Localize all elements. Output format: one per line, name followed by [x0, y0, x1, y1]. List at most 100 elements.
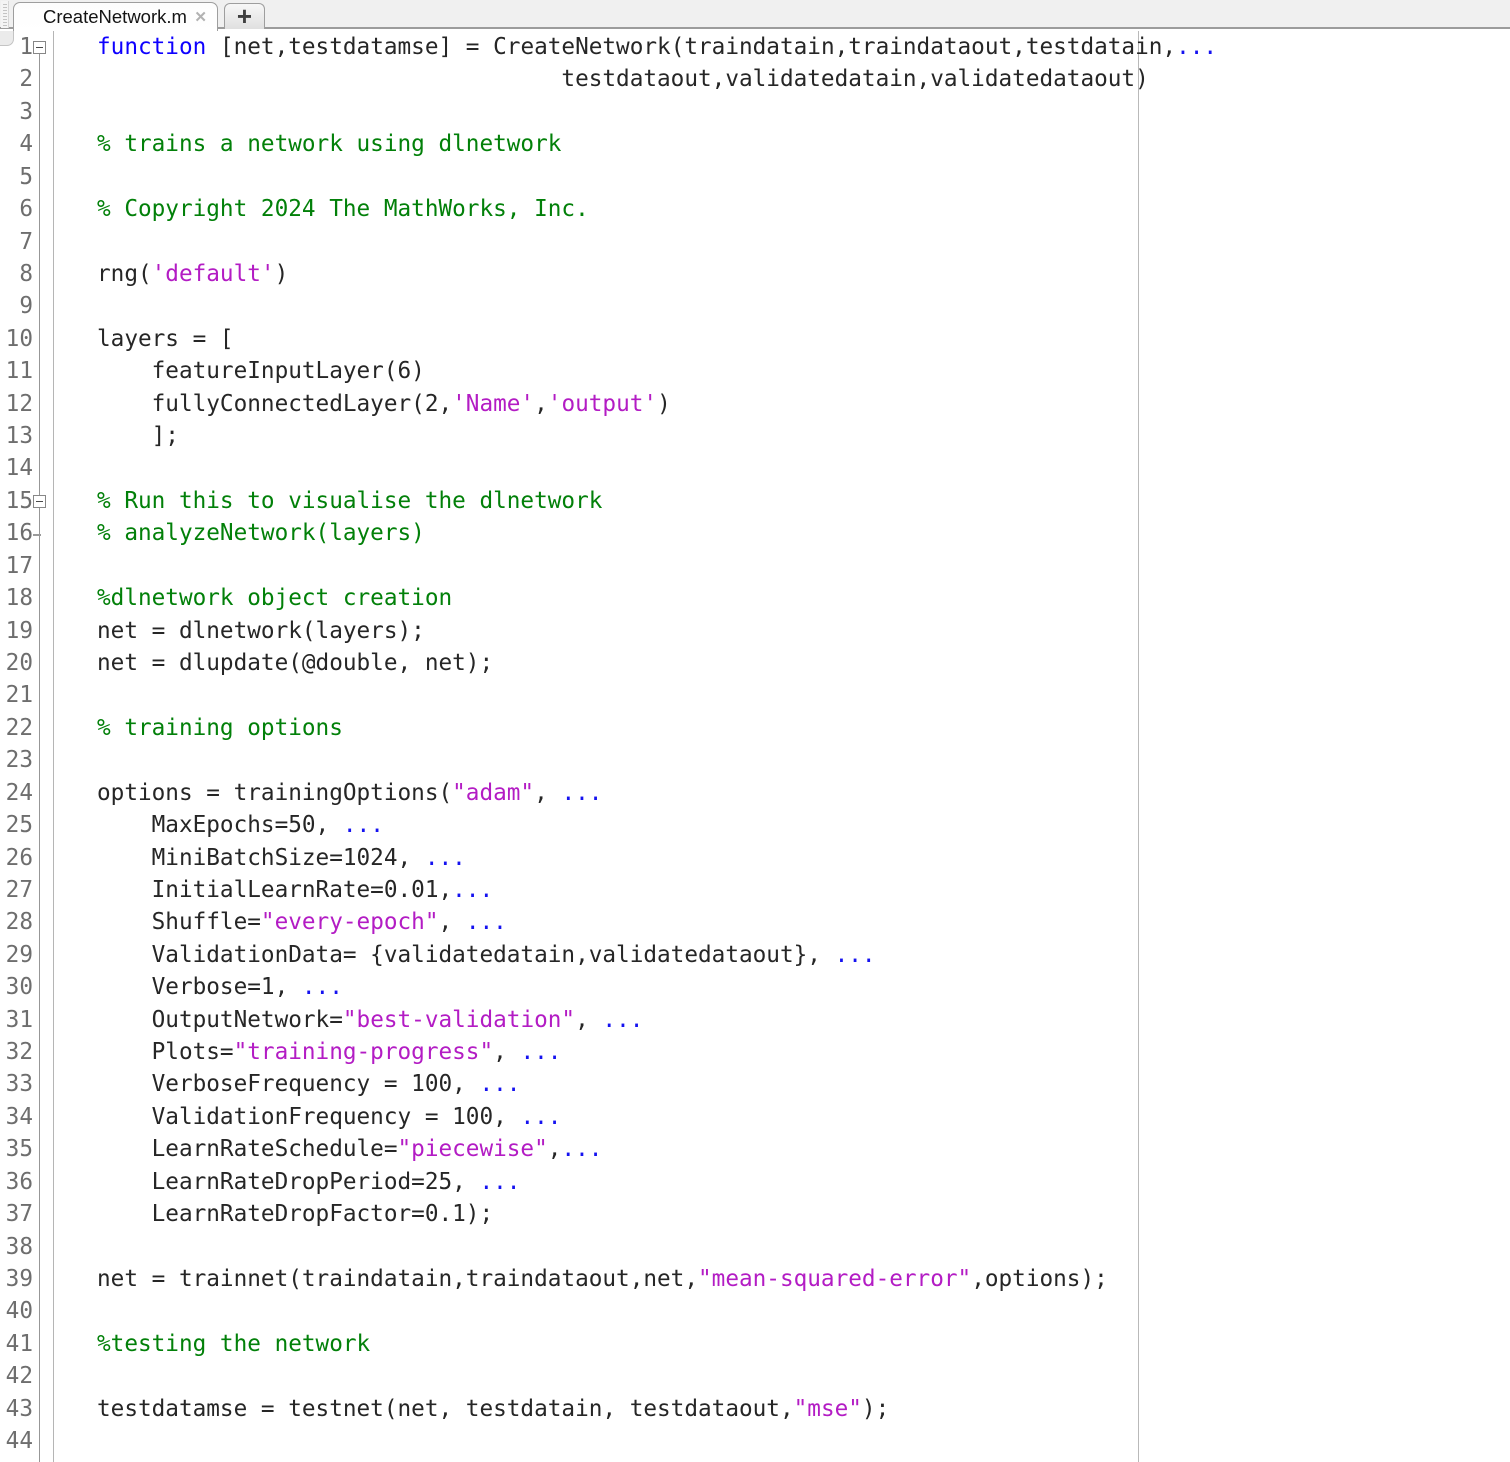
code-line[interactable] — [55, 161, 1510, 193]
code-line[interactable]: ValidationFrequency = 100, ... — [55, 1101, 1510, 1133]
fold-toggle-icon[interactable] — [33, 495, 46, 508]
window-grip[interactable] — [1, 1, 9, 28]
line-number: 16 — [0, 517, 33, 549]
code-line[interactable]: LearnRateSchedule="piecewise",... — [55, 1133, 1510, 1165]
code-segment: ValidationFrequency = 100, — [97, 1104, 520, 1130]
code-line[interactable]: LearnRateDropFactor=0.1); — [55, 1198, 1510, 1230]
code-line[interactable]: MaxEpochs=50, ... — [55, 809, 1510, 841]
code-line[interactable] — [55, 1360, 1510, 1392]
line-number: 23 — [0, 744, 33, 776]
code-segment: %dlnetwork object creation — [97, 585, 452, 611]
code-segment: ... — [479, 1169, 520, 1195]
code-segment: % Run this to visualise the dlnetwork — [97, 488, 602, 514]
line-number: 33 — [0, 1068, 33, 1100]
code-segment: , — [548, 1136, 562, 1162]
code-line[interactable]: net = trainnet(traindatain,traindataout,… — [55, 1263, 1510, 1295]
code-line[interactable]: LearnRateDropPeriod=25, ... — [55, 1166, 1510, 1198]
code-line[interactable]: options = trainingOptions("adam", ... — [55, 777, 1510, 809]
code-segment: ... — [561, 1136, 602, 1162]
line-number: 31 — [0, 1004, 33, 1036]
code-line[interactable]: VerboseFrequency = 100, ... — [55, 1068, 1510, 1100]
line-number: 28 — [0, 906, 33, 938]
close-tab-icon[interactable]: ✕ — [194, 10, 207, 25]
line-number: 12 — [0, 388, 33, 420]
code-line[interactable] — [55, 452, 1510, 484]
code-segment: % analyzeNetwork(layers) — [97, 520, 425, 546]
code-editor: 1234567891011121314151617181920212223242… — [0, 31, 1510, 1462]
code-line[interactable]: Shuffle="every-epoch", ... — [55, 906, 1510, 938]
code-line[interactable]: % analyzeNetwork(layers) — [55, 517, 1510, 549]
code-line[interactable]: ValidationData= {validatedatain,validate… — [55, 939, 1510, 971]
code-segment: Plots= — [97, 1039, 234, 1065]
code-segment: Shuffle= — [97, 909, 261, 935]
code-segment: options = trainingOptions( — [97, 780, 452, 806]
code-line[interactable]: MiniBatchSize=1024, ... — [55, 842, 1510, 874]
code-line[interactable]: testdatamse = testnet(net, testdatain, t… — [55, 1393, 1510, 1425]
code-segment: ]; — [97, 423, 179, 449]
code-segment: ... — [452, 877, 493, 903]
line-number: 32 — [0, 1036, 33, 1068]
code-segment: featureInputLayer(6) — [97, 358, 425, 384]
code-line[interactable]: net = dlupdate(@double, net); — [55, 647, 1510, 679]
code-segment: ,options); — [971, 1266, 1108, 1292]
code-line[interactable]: testdataout,validatedatain,validatedatao… — [55, 63, 1510, 95]
code-line[interactable]: ]; — [55, 420, 1510, 452]
code-line[interactable]: OutputNetwork="best-validation", ... — [55, 1004, 1510, 1036]
line-number: 13 — [0, 420, 33, 452]
code-line[interactable] — [55, 1295, 1510, 1327]
code-segment: % Copyright 2024 The MathWorks, Inc. — [97, 196, 589, 222]
code-line[interactable]: % training options — [55, 712, 1510, 744]
line-number: 20 — [0, 647, 33, 679]
code-segment: ... — [520, 1039, 561, 1065]
new-tab-button[interactable]: + — [224, 3, 265, 29]
code-segment: , — [439, 909, 466, 935]
code-line[interactable] — [55, 290, 1510, 322]
code-segment: LearnRateSchedule= — [97, 1136, 398, 1162]
code-line[interactable] — [55, 744, 1510, 776]
code-line[interactable]: net = dlnetwork(layers); — [55, 615, 1510, 647]
code-line[interactable]: function [net,testdatamse] = CreateNetwo… — [55, 31, 1510, 63]
code-segment: LearnRateDropPeriod=25, — [97, 1169, 479, 1195]
code-segment: InitialLearnRate=0.01, — [97, 877, 452, 903]
fold-toggle-icon[interactable] — [33, 41, 46, 54]
code-line[interactable]: fullyConnectedLayer(2,'Name','output') — [55, 388, 1510, 420]
line-number-gutter: 1234567891011121314151617181920212223242… — [0, 31, 54, 1462]
code-line[interactable]: Verbose=1, ... — [55, 971, 1510, 1003]
code-line[interactable]: rng('default') — [55, 258, 1510, 290]
code-line[interactable] — [55, 96, 1510, 128]
code-segment: LearnRateDropFactor=0.1); — [97, 1201, 493, 1227]
code-line[interactable]: featureInputLayer(6) — [55, 355, 1510, 387]
code-line[interactable]: Plots="training-progress", ... — [55, 1036, 1510, 1068]
code-line[interactable]: % Run this to visualise the dlnetwork — [55, 485, 1510, 517]
code-line[interactable]: %testing the network — [55, 1328, 1510, 1360]
code-line[interactable]: % Copyright 2024 The MathWorks, Inc. — [55, 193, 1510, 225]
code-line[interactable] — [55, 226, 1510, 258]
code-line[interactable] — [55, 550, 1510, 582]
code-segment: ) — [657, 391, 671, 417]
line-number: 43 — [0, 1393, 33, 1425]
code-line[interactable]: %dlnetwork object creation — [55, 582, 1510, 614]
tab-createnetwork[interactable]: CreateNetwork.m ✕ — [13, 2, 218, 31]
code-line[interactable]: InitialLearnRate=0.01,... — [55, 874, 1510, 906]
code-line[interactable] — [55, 679, 1510, 711]
line-number: 21 — [0, 679, 33, 711]
code-segment: ValidationData= {validatedatain,validate… — [97, 942, 835, 968]
line-number: 5 — [0, 161, 33, 193]
code-segment: net = trainnet(traindatain,traindataout,… — [97, 1266, 698, 1292]
code-segment: ... — [1176, 34, 1217, 60]
line-number: 42 — [0, 1360, 33, 1392]
code-segment: "every-epoch" — [261, 909, 439, 935]
code-line[interactable]: % trains a network using dlnetwork — [55, 128, 1510, 160]
code-segment: "piecewise" — [398, 1136, 548, 1162]
code-area[interactable]: function [net,testdatamse] = CreateNetwo… — [55, 31, 1510, 1462]
gutter-corner — [0, 31, 14, 46]
code-segment: layers = [ — [97, 326, 234, 352]
code-line[interactable] — [55, 1231, 1510, 1263]
code-segment: "adam" — [452, 780, 534, 806]
line-number: 35 — [0, 1133, 33, 1165]
code-segment: 'output' — [548, 391, 657, 417]
code-segment: ... — [479, 1071, 520, 1097]
code-line[interactable] — [55, 1425, 1510, 1457]
code-segment: ... — [520, 1104, 561, 1130]
code-line[interactable]: layers = [ — [55, 323, 1510, 355]
